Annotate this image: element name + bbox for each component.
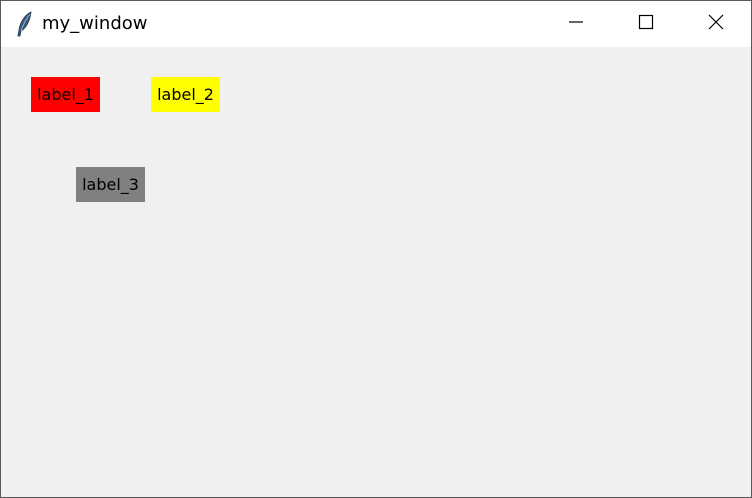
app-window: my_window label_1 label_2 label_3: [0, 0, 752, 498]
title-bar[interactable]: my_window: [1, 1, 751, 47]
close-button[interactable]: [681, 1, 751, 47]
maximize-button[interactable]: [611, 1, 681, 47]
feather-icon: [16, 11, 34, 37]
label-3: label_3: [76, 167, 145, 202]
window-title: my_window: [42, 13, 148, 34]
minimize-icon: [568, 14, 584, 34]
label-1: label_1: [31, 77, 100, 112]
close-icon: [708, 14, 724, 34]
minimize-button[interactable]: [541, 1, 611, 47]
label-2: label_2: [151, 77, 220, 112]
maximize-icon: [638, 14, 654, 34]
window-content: label_1 label_2 label_3: [1, 47, 751, 497]
